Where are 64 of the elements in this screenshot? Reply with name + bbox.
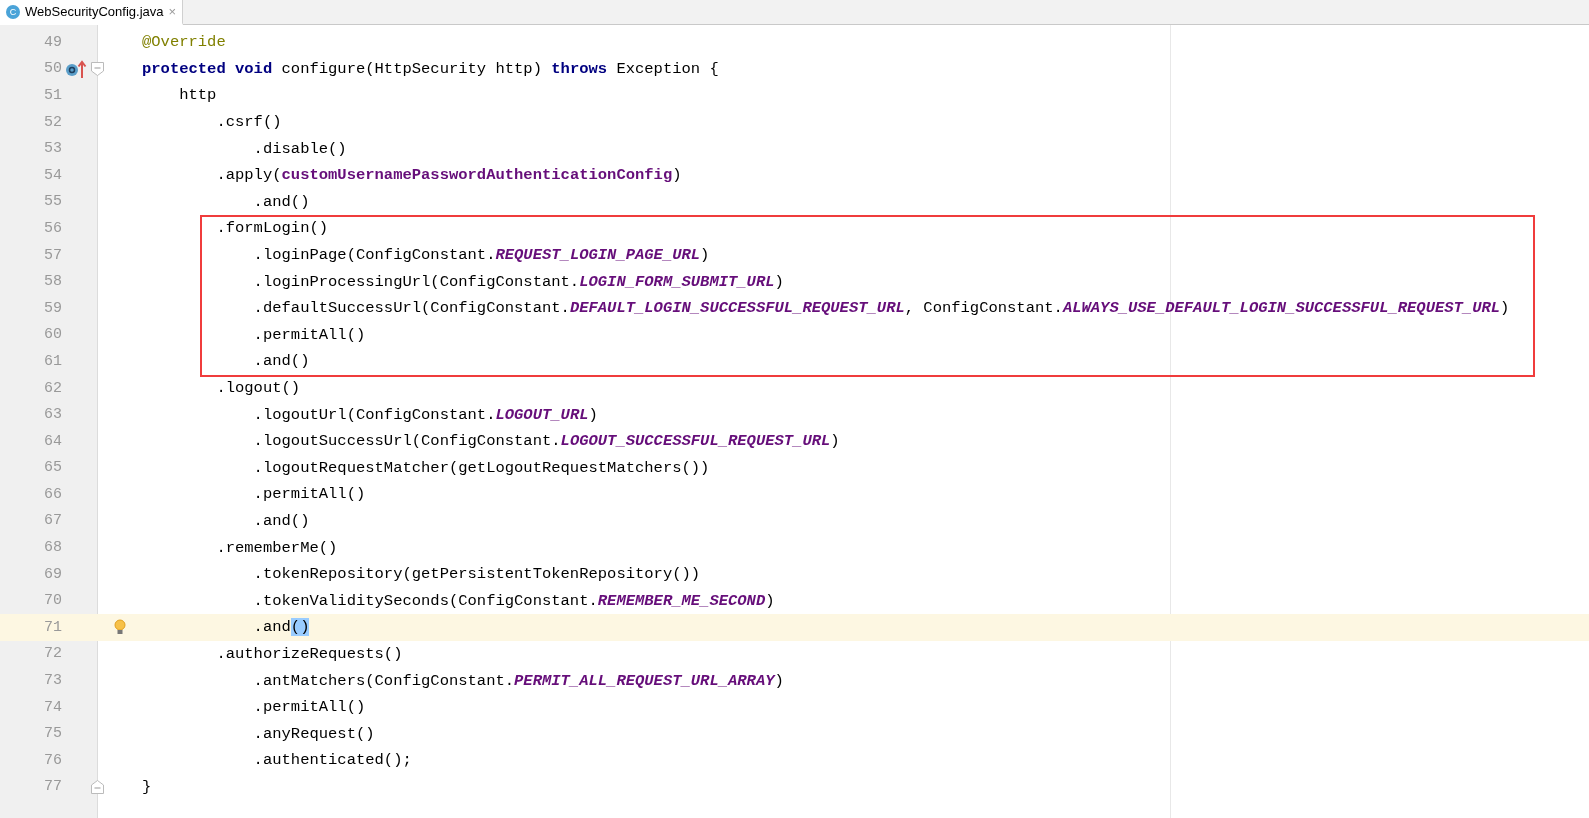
code-line: .logoutUrl(ConfigConstant.LOGOUT_URL) (252, 405, 598, 424)
line-number: 62 (43, 379, 62, 397)
code-line: .formLogin() (215, 219, 329, 238)
code-line: .loginProcessingUrl(ConfigConstant.LOGIN_FORM_SUBMIT_URL) (252, 272, 784, 291)
code-line: .defaultSuccessUrl(ConfigConstant.DEFAULT_LOGIN_SUCCESSFUL_REQUEST_URL, ConfigConstant.ALWAYS_USE_DEFAULT_LOGIN_SUCCESSFUL_REQUEST_URL) (252, 299, 1510, 318)
line-number: 64 (43, 432, 62, 450)
fold-marker-icon[interactable] (91, 61, 104, 76)
code-line: .and() (252, 512, 310, 530)
code-line: .permitAll() (252, 325, 366, 344)
line-number: 50 (43, 60, 62, 78)
line-number: 73 (43, 672, 62, 690)
override-method-icon[interactable] (65, 58, 87, 79)
code-line: .apply(customUsernamePasswordAuthenticationConfig) (215, 166, 682, 185)
lightbulb-icon[interactable] (114, 619, 126, 636)
code-line: .and() (252, 192, 310, 211)
line-number: 68 (43, 539, 62, 557)
code-line: .authorizeRequests() (215, 644, 403, 663)
code-line: .rememberMe() (215, 538, 338, 557)
code-line: .logoutRequestMatcher(getLogoutRequestMatchers()) (252, 458, 710, 477)
line-number: 61 (43, 352, 62, 370)
code-line: .authenticated(); (252, 751, 412, 770)
file-tab[interactable]: C WebSecurityConfig.java × (0, 0, 184, 25)
code-line: .loginPage(ConfigConstant.REQUEST_LOGIN_PAGE_URL) (252, 246, 710, 265)
line-number: 59 (43, 299, 62, 317)
line-number: 52 (43, 113, 62, 131)
code-line: .logout() (215, 379, 301, 397)
line-number: 49 (43, 33, 62, 51)
line-number: 69 (43, 565, 62, 583)
code-line: .antMatchers(ConfigConstant.PERMIT_ALL_REQUEST_URL_ARRAY) (252, 671, 784, 690)
code-line: @Override (142, 33, 226, 52)
code-line: .and() (252, 352, 310, 371)
line-number: 74 (43, 698, 62, 716)
code-line: .and() (252, 618, 310, 637)
line-number: 67 (43, 512, 62, 530)
line-number: 77 (43, 778, 62, 796)
line-number: 56 (43, 219, 62, 237)
code-line: protected void configure(HttpSecurity http) throws Exception { (142, 59, 719, 78)
class-file-icon: C (6, 4, 20, 19)
line-number: 58 (43, 273, 62, 291)
code-line: .logoutSuccessUrl(ConfigConstant.LOGOUT_SUCCESSFUL_REQUEST_URL) (252, 432, 840, 451)
line-number: 76 (43, 751, 62, 769)
line-number: 66 (43, 485, 62, 503)
line-number: 54 (43, 166, 62, 184)
code-line: } (142, 777, 152, 796)
line-number: 71 (43, 618, 62, 636)
line-number: 53 (43, 140, 62, 158)
line-number: 51 (43, 87, 62, 104)
code-line: .anyRequest() (252, 724, 375, 743)
line-number: 72 (43, 645, 62, 663)
code-line: .disable() (252, 139, 347, 158)
fold-marker-icon[interactable] (91, 779, 104, 794)
line-number: 57 (43, 246, 62, 264)
code-line: http (178, 86, 217, 105)
line-number: 75 (43, 725, 62, 743)
code-line: .tokenValiditySeconds(ConfigConstant.REMEMBER_ME_SECOND) (252, 591, 775, 610)
code-line: .permitAll() (252, 698, 366, 717)
code-line: .tokenRepository(getPersistentTokenRepository()) (252, 565, 701, 584)
line-number: 70 (43, 592, 62, 610)
line-number: 63 (43, 406, 62, 424)
code-line: .permitAll() (252, 485, 366, 504)
line-number: 60 (43, 326, 62, 344)
code-line: .csrf() (215, 113, 282, 132)
line-number: 65 (43, 459, 62, 477)
line-number: 55 (43, 193, 62, 211)
